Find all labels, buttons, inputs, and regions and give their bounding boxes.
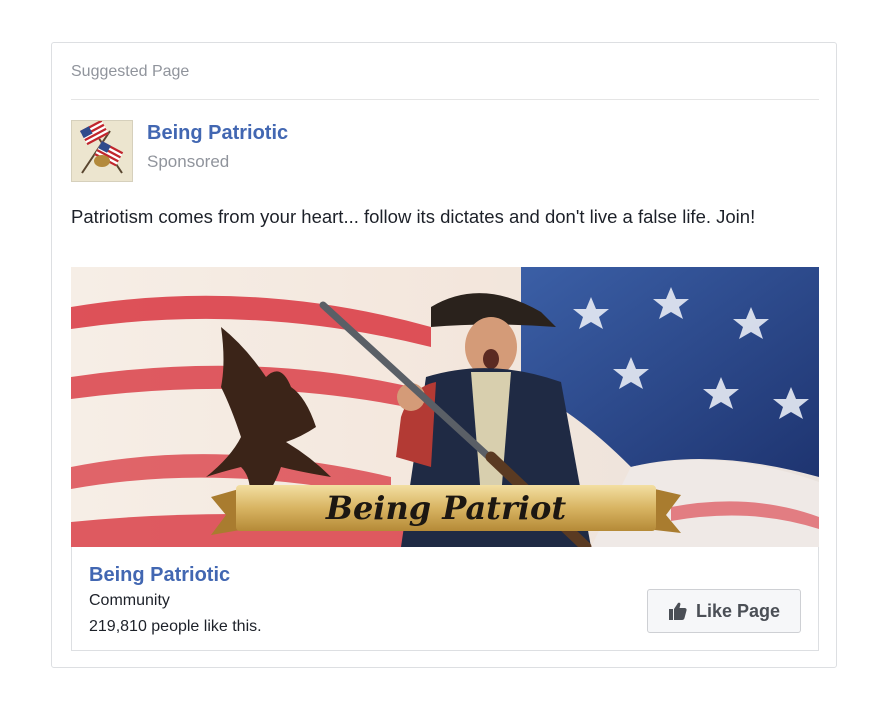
suggested-page-card: Suggested Page Being Patriotic Sponsored… <box>51 42 837 668</box>
thumbs-up-icon <box>668 601 688 621</box>
ad-banner-image[interactable]: Being Patriot <box>71 267 819 547</box>
post-text: Patriotism comes from your heart... foll… <box>71 206 756 227</box>
page-category: Community <box>89 592 170 609</box>
footer-page-name-link[interactable]: Being Patriotic <box>89 564 230 587</box>
divider <box>71 99 819 100</box>
sponsored-label: Sponsored <box>147 152 230 171</box>
page-name-link[interactable]: Being Patriotic <box>147 122 288 145</box>
suggested-page-label: Suggested Page <box>71 63 190 80</box>
banner-ribbon-text: Being Patriot <box>325 489 566 527</box>
page-footer: Being Patriotic Community 219,810 people… <box>71 547 819 651</box>
like-page-label: Like Page <box>695 600 781 621</box>
page-thumbnail[interactable] <box>71 120 133 182</box>
page-like-count: 219,810 people like this. <box>89 618 262 635</box>
crossed-flags-icon <box>72 121 132 181</box>
like-page-button[interactable]: Like Page <box>647 589 801 633</box>
